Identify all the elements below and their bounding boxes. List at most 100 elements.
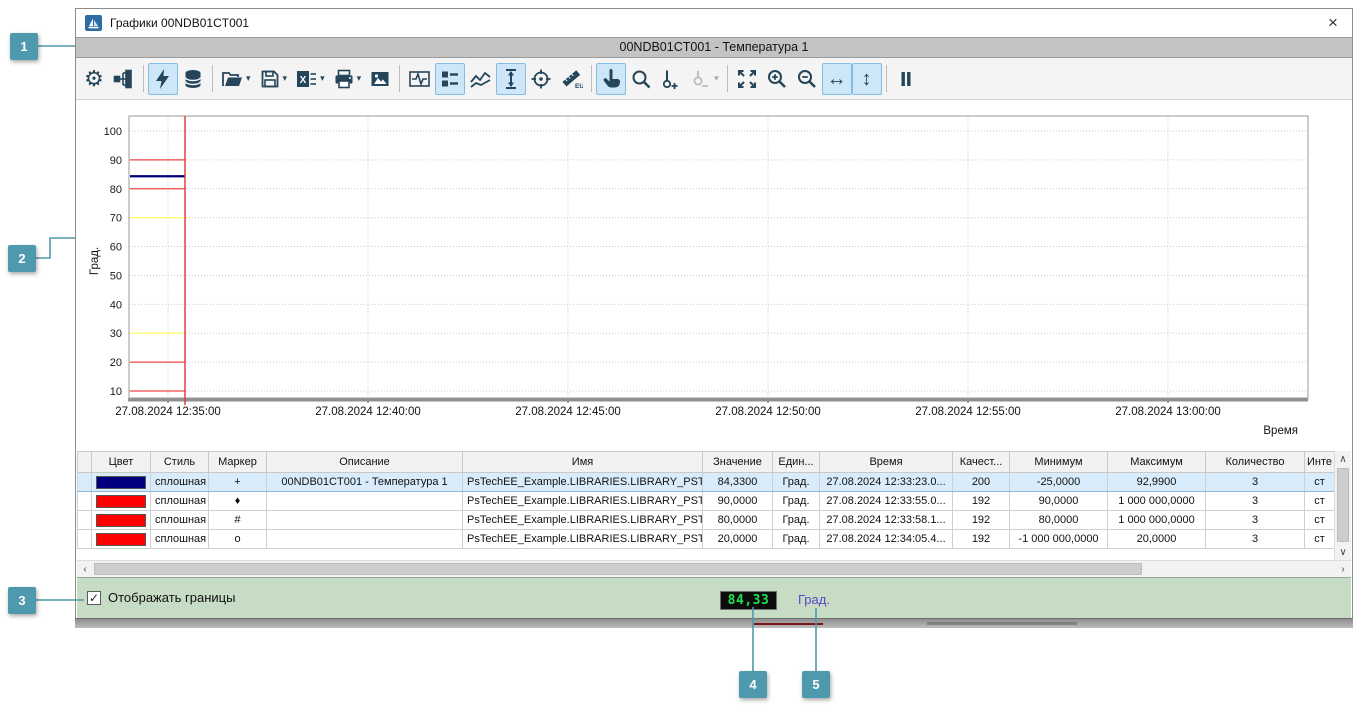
desc-cell — [267, 492, 463, 511]
hand-icon — [600, 68, 622, 90]
col-header-unit[interactable]: Един... — [773, 452, 820, 473]
oscillogram-button[interactable] — [404, 63, 435, 95]
col-header-color[interactable]: Цвет — [92, 452, 151, 473]
current-value-display: 84,33 — [720, 591, 777, 610]
settings-button[interactable]: ⚙ — [79, 63, 109, 95]
hscroll-thumb[interactable] — [94, 563, 1142, 575]
save-button[interactable]: ▾ — [255, 63, 292, 95]
time-cell: 27.08.2024 12:33:23.0... — [820, 473, 953, 492]
table-row[interactable]: сплошная ♦ PsTechEE_Example.LIBRARIES.LI… — [78, 492, 1335, 511]
scroll-down-button[interactable]: ∨ — [1335, 544, 1351, 560]
svg-text:27.08.2024 12:40:00: 27.08.2024 12:40:00 — [315, 406, 421, 418]
dropdown-icon: ▾ — [357, 73, 362, 84]
export-excel-button[interactable]: X ▾ — [291, 63, 329, 95]
interp-cell: ст — [1305, 530, 1335, 549]
zoom-select-button[interactable] — [626, 63, 656, 95]
fit-horizontal-button[interactable]: ↔ — [822, 63, 852, 95]
interp-cell: ст — [1305, 492, 1335, 511]
pan-button[interactable] — [596, 63, 626, 95]
zoom-out-button[interactable] — [792, 63, 822, 95]
add-marker-button[interactable] — [656, 63, 686, 95]
col-header-style[interactable]: Стиль — [151, 452, 209, 473]
scroll-right-button[interactable]: › — [1335, 561, 1351, 577]
min-cell: 90,0000 — [1010, 492, 1108, 511]
row-selector — [78, 492, 92, 511]
pause-button[interactable] — [891, 63, 921, 95]
col-header-value[interactable]: Значение — [703, 452, 773, 473]
toolbar-separator — [212, 65, 213, 92]
remove-marker-button[interactable]: ▾ — [686, 63, 723, 95]
online-mode-button[interactable] — [148, 63, 178, 95]
col-header-min[interactable]: Минимум — [1010, 452, 1108, 473]
table-row[interactable]: сплошная + 00NDB01CT001 - Температура 1 … — [78, 473, 1335, 492]
footer-bar: ✓ Отображать границы 84,33 Град. — [77, 577, 1351, 618]
underlying-red-line — [754, 623, 823, 625]
chart-plot[interactable]: 10203040506070809010027.08.2024 12:35:00… — [76, 100, 1352, 450]
vscroll-thumb[interactable] — [1337, 468, 1349, 542]
col-header-max[interactable]: Максимум — [1108, 452, 1206, 473]
h-arrow-icon: ↔ — [827, 69, 847, 89]
unit-cell: Град. — [773, 511, 820, 530]
quality-cell: 192 — [953, 511, 1010, 530]
value-cell: 84,3300 — [703, 473, 773, 492]
name-cell: PsTechEE_Example.LIBRARIES.LIBRARY_PSTE.… — [463, 530, 703, 549]
col-header-interp[interactable]: Инте — [1305, 452, 1335, 473]
open-button[interactable]: ▾ — [217, 63, 255, 95]
style-cell: сплошная — [151, 473, 209, 492]
marker-cell: o — [209, 530, 267, 549]
col-header-description[interactable]: Описание — [267, 452, 463, 473]
svg-text:X: X — [300, 75, 307, 86]
toolbar-separator — [886, 65, 887, 92]
table-vscrollbar[interactable]: ∧ ∨ — [1334, 451, 1351, 560]
col-header-time[interactable]: Время — [820, 452, 953, 473]
vertical-scale-button[interactable] — [496, 63, 526, 95]
marker-cell: # — [209, 511, 267, 530]
color-cell — [92, 511, 151, 530]
min-cell: 80,0000 — [1010, 511, 1108, 530]
close-button[interactable]: × — [1314, 9, 1352, 37]
dropdown-icon: ▾ — [246, 73, 251, 84]
toolbar-separator — [399, 65, 400, 92]
col-header-quality[interactable]: Качест... — [953, 452, 1010, 473]
col-header-count[interactable]: Количество — [1206, 452, 1305, 473]
color-cell — [92, 530, 151, 549]
signals-table: Цвет Стиль Маркер Описание Имя Значение … — [77, 451, 1335, 549]
fit-all-button[interactable] — [732, 63, 762, 95]
table-row[interactable]: сплошная o PsTechEE_Example.LIBRARIES.LI… — [78, 530, 1335, 549]
floppy-icon — [259, 68, 281, 90]
quality-cell: 200 — [953, 473, 1010, 492]
folder-open-icon — [221, 68, 244, 90]
zoom-in-button[interactable] — [762, 63, 792, 95]
show-limits-checkbox[interactable]: ✓ — [87, 591, 101, 605]
gear-icon: ⚙ — [84, 68, 104, 90]
svg-text:27.08.2024 12:50:00: 27.08.2024 12:50:00 — [715, 406, 821, 418]
fit-vertical-button[interactable]: ↕ — [852, 63, 882, 95]
legend-button[interactable] — [435, 63, 465, 95]
table-row[interactable]: сплошная # PsTechEE_Example.LIBRARIES.LI… — [78, 511, 1335, 530]
show-limits-label: Отображать границы — [108, 590, 235, 605]
trend-chart: 10203040506070809010027.08.2024 12:35:00… — [76, 100, 1352, 450]
save-image-button[interactable] — [365, 63, 395, 95]
color-cell — [92, 492, 151, 511]
col-header-marker[interactable]: Маркер — [209, 452, 267, 473]
col-header-selector — [78, 452, 92, 473]
svg-text:70: 70 — [110, 213, 122, 225]
color-swatch — [96, 476, 146, 489]
max-cell: 92,9900 — [1108, 473, 1206, 492]
unit-cell: Град. — [773, 530, 820, 549]
pulse-icon — [408, 68, 431, 90]
print-button[interactable]: ▾ — [329, 63, 366, 95]
col-header-name[interactable]: Имя — [463, 452, 703, 473]
svg-text:10: 10 — [110, 386, 122, 398]
expand-icon — [736, 68, 758, 90]
window-bottom-edge — [75, 618, 1353, 628]
scroll-up-button[interactable]: ∧ — [1335, 451, 1351, 467]
tree-button[interactable] — [109, 63, 139, 95]
scroll-left-button[interactable]: ‹ — [77, 561, 93, 577]
units-button[interactable]: EU — [556, 63, 587, 95]
table-hscrollbar[interactable]: ‹ › — [77, 560, 1351, 577]
curves-button[interactable] — [465, 63, 496, 95]
dropdown-icon: ▾ — [283, 73, 288, 84]
archive-button[interactable] — [178, 63, 208, 95]
crosshair-button[interactable] — [526, 63, 556, 95]
